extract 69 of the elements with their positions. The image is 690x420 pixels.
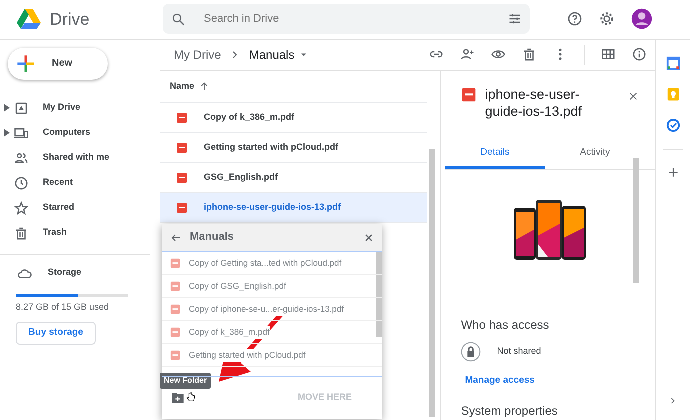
file-row[interactable]: iphone-se-user-guide-ios-13.pdf: [160, 193, 428, 224]
pdf-icon: [170, 326, 181, 338]
breadcrumb-item[interactable]: Manuals: [241, 44, 317, 65]
add-icon[interactable]: [666, 166, 680, 179]
manage-access-link[interactable]: Manage access: [449, 374, 551, 388]
search-input[interactable]: Search in Drive: [202, 10, 492, 28]
tab[interactable]: Activity: [545, 139, 646, 170]
nav-item[interactable]: Trash: [0, 220, 160, 246]
pdf-icon: [176, 142, 188, 154]
scrollbar[interactable]: [429, 149, 436, 418]
tooltip: New Folder: [160, 373, 212, 390]
pdf-icon: [176, 202, 188, 214]
details-title: iphone-se-user-guide-ios-13.pdf: [485, 87, 584, 121]
storage-usage: 8.27 GB of 15 GB used: [16, 300, 110, 314]
clock-icon: [14, 176, 29, 191]
nav-item[interactable]: Computers: [0, 120, 160, 146]
access-heading: Who has access: [460, 316, 550, 334]
expand-icon[interactable]: [4, 104, 10, 112]
pdf-icon: [170, 304, 181, 315]
pdf-icon: [170, 350, 181, 361]
avatar-icon[interactable]: [631, 8, 653, 30]
file-row[interactable]: Getting started with pCloud.pdf: [160, 133, 428, 164]
sort-arrow-icon: [198, 81, 210, 92]
new-folder-icon[interactable]: [170, 391, 186, 406]
properties-heading: System properties: [460, 403, 559, 420]
info-icon[interactable]: [632, 47, 647, 62]
drive-icon: [14, 100, 29, 116]
settings-icon[interactable]: [599, 11, 615, 28]
calendar-icon[interactable]: [666, 56, 680, 71]
buy-storage-button[interactable]: Buy storage: [16, 322, 96, 346]
breadcrumb-item[interactable]: My Drive: [166, 44, 230, 65]
pdf-icon: [176, 172, 188, 184]
name-column-header[interactable]: Name: [164, 78, 216, 94]
search-field[interactable]: Search in Drive: [163, 4, 530, 34]
expand-icon[interactable]: [4, 129, 10, 138]
storage-item[interactable]: Storage: [0, 260, 160, 286]
scrollbar[interactable]: [376, 252, 382, 338]
help-icon[interactable]: [567, 11, 583, 28]
lock-icon: [461, 342, 482, 362]
app-name: Drive: [50, 8, 90, 30]
trash-icon[interactable]: [522, 47, 537, 62]
tab[interactable]: Details: [445, 139, 546, 170]
nav-item[interactable]: My Drive: [0, 96, 160, 121]
add-person-icon[interactable]: [460, 47, 475, 62]
nav-item[interactable]: Shared with me: [0, 146, 160, 171]
tasks-icon[interactable]: [666, 118, 680, 133]
close-icon[interactable]: [628, 91, 639, 102]
nav-item[interactable]: Recent: [0, 170, 160, 196]
back-arrow-icon[interactable]: [170, 232, 182, 244]
plus-icon: [16, 54, 36, 74]
computer-icon: [14, 126, 29, 141]
trash-icon: [14, 226, 29, 241]
star-icon: [14, 200, 29, 216]
grid-icon[interactable]: [601, 47, 616, 62]
scrollbar[interactable]: [633, 158, 639, 284]
search-icon: [171, 12, 186, 27]
pdf-icon: [461, 87, 478, 104]
pdf-icon: [170, 280, 181, 292]
drive-logo: [16, 8, 42, 30]
nav-item[interactable]: Starred: [0, 196, 160, 221]
file-row[interactable]: Copy of k_386_m.pdf: [160, 103, 428, 134]
new-button[interactable]: New: [8, 48, 108, 80]
sharing-status: Not shared: [497, 345, 542, 358]
people-icon: [14, 150, 29, 166]
pdf-icon: [176, 112, 188, 124]
pdf-icon: [170, 258, 181, 269]
close-icon[interactable]: [364, 232, 374, 243]
dialog-title: Manuals: [190, 230, 234, 246]
filter-icon[interactable]: [508, 12, 522, 26]
